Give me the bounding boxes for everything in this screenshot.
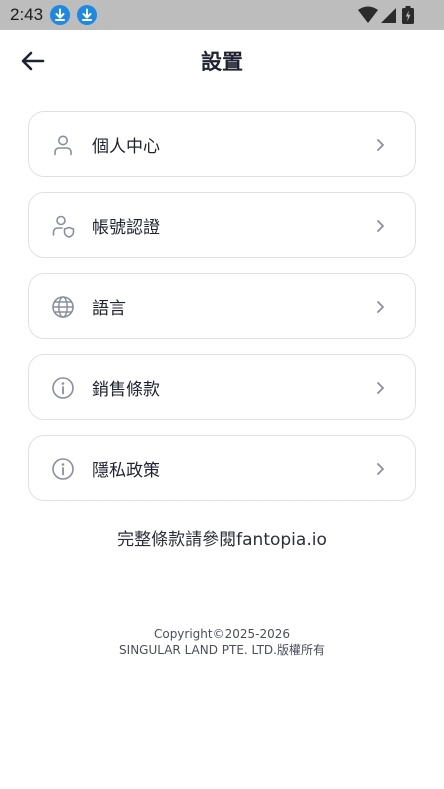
download-icon [77, 5, 97, 25]
chevron-right-icon [374, 299, 386, 313]
copyright-line: Copyright©2025-2026 [153, 627, 291, 641]
menu-item-language[interactable]: 語言 [28, 273, 416, 339]
battery-icon [402, 6, 414, 24]
page-title: 設置 [201, 50, 243, 74]
person-shield-icon [51, 214, 75, 238]
menu-item-label: 帳號認證 [92, 218, 160, 238]
status-time: 2:43 [10, 5, 44, 24]
copyright: Copyright©2025-2026 SINGULAR LAND PTE. L… [0, 626, 444, 658]
settings-menu: 個人中心 帳號認證 語言 銷售條款 隱私政策 [28, 111, 416, 516]
menu-item-label: 隱私政策 [92, 461, 160, 481]
wifi-icon [358, 6, 378, 23]
chevron-right-icon [374, 461, 386, 475]
header: 設置 [0, 30, 444, 90]
chevron-right-icon [374, 137, 386, 151]
copyright-line: SINGULAR LAND PTE. LTD.版權所有 [119, 643, 325, 657]
chevron-right-icon [374, 218, 386, 232]
menu-item-terms-of-sale[interactable]: 銷售條款 [28, 354, 416, 420]
globe-icon [51, 295, 75, 319]
info-icon [51, 457, 75, 481]
signal-icon [381, 8, 396, 23]
download-icon [50, 5, 70, 25]
info-icon [51, 376, 75, 400]
menu-item-profile[interactable]: 個人中心 [28, 111, 416, 177]
menu-item-label: 銷售條款 [92, 380, 160, 400]
menu-item-label: 個人中心 [92, 137, 160, 157]
menu-item-account-verification[interactable]: 帳號認證 [28, 192, 416, 258]
person-icon [51, 133, 75, 157]
status-bar: 2:43 [0, 0, 444, 30]
menu-item-privacy-policy[interactable]: 隱私政策 [28, 435, 416, 501]
chevron-right-icon [374, 380, 386, 394]
terms-note: 完整條款請參閱fantopia.io [117, 530, 327, 550]
menu-item-label: 語言 [92, 299, 126, 319]
